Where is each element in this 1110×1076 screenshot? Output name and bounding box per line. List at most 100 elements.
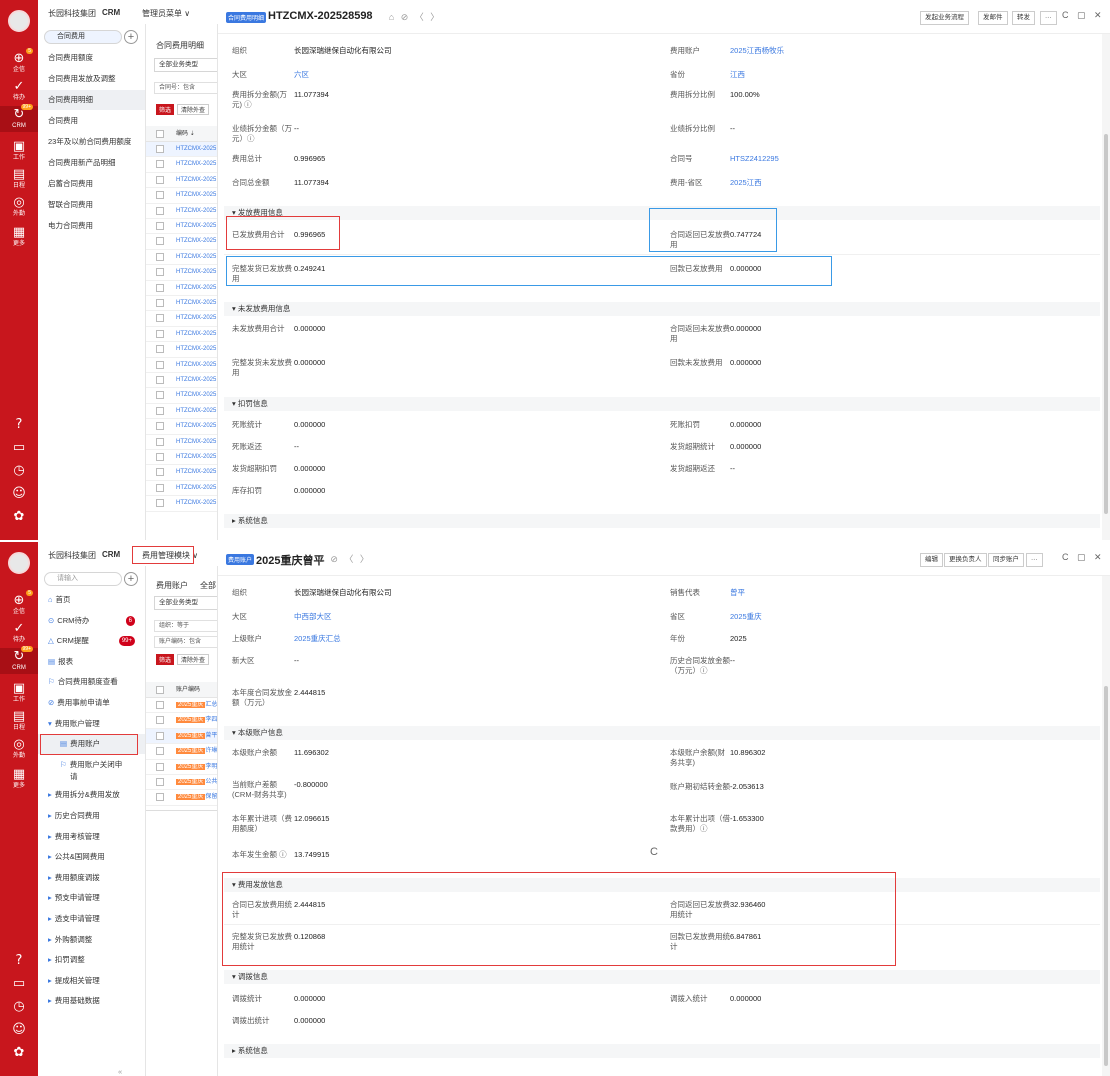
- table-row[interactable]: HTZCMX-2025: [146, 496, 217, 512]
- table-row[interactable]: 2025重庆 曾平: [146, 728, 217, 745]
- clear-filter-button[interactable]: 清除外查: [177, 104, 210, 115]
- record-tools[interactable]: ⌂ ⊘ 〈 〉: [389, 10, 441, 23]
- menu-item-11[interactable]: ▸ 费用考核管理: [38, 827, 145, 847]
- table-row[interactable]: HTZCMX-2025: [146, 188, 217, 204]
- vertical-scrollbar[interactable]: [1102, 34, 1110, 540]
- section-system-info[interactable]: ▸ 系统信息: [224, 1044, 1100, 1058]
- row-checkbox[interactable]: [156, 453, 164, 461]
- row-checkbox[interactable]: [156, 716, 164, 725]
- rail-bottom-4[interactable]: ✿: [0, 510, 38, 524]
- menu-item-16[interactable]: ▸ 外购额调整: [38, 930, 145, 950]
- filter-chip-org[interactable]: 组织：等于: [154, 620, 217, 632]
- row-checkbox[interactable]: [156, 483, 164, 492]
- row-checkbox[interactable]: [156, 299, 164, 307]
- rail-item-2[interactable]: ↻ CRM 99+: [0, 646, 38, 674]
- rail-item-4[interactable]: ▤ 日程: [0, 166, 38, 192]
- row-checkbox[interactable]: [156, 283, 164, 292]
- table-row[interactable]: HTZCMX-2025: [146, 450, 217, 466]
- rail-bottom-2[interactable]: ◷: [0, 1000, 38, 1014]
- menu-item-3[interactable]: 合同费用: [38, 111, 145, 131]
- row-checkbox[interactable]: [156, 268, 164, 277]
- row-checkbox[interactable]: [156, 191, 164, 200]
- top-field-1-value[interactable]: 曾平: [730, 588, 745, 598]
- row-checkbox[interactable]: [156, 314, 164, 323]
- top-field-3-value[interactable]: 江西: [730, 70, 745, 80]
- menu-item-2[interactable]: △ CRM提醒 99+: [38, 631, 145, 651]
- header-button-0[interactable]: 编辑: [920, 553, 943, 567]
- row-checkbox[interactable]: [156, 778, 164, 786]
- table-row[interactable]: 2025重庆 许琳: [146, 744, 217, 760]
- top-field-3-value[interactable]: 2025重庆: [730, 612, 762, 622]
- row-checkbox[interactable]: [156, 376, 164, 384]
- menu-item-6[interactable]: 启蓄合同费用: [38, 174, 145, 194]
- menu-item-4[interactable]: 23年及以前合同费用额度: [38, 132, 145, 152]
- table-row[interactable]: 2025重庆 李四: [146, 713, 217, 729]
- vertical-scrollbar[interactable]: [1102, 576, 1110, 1076]
- filter-button[interactable]: 筛选: [156, 654, 175, 665]
- header-button-3[interactable]: ···: [1040, 11, 1057, 25]
- refresh-icon[interactable]: C: [650, 846, 658, 858]
- rail-item-1[interactable]: ✓ 待办: [0, 620, 38, 646]
- row-checkbox[interactable]: [156, 701, 164, 709]
- row-checkbox[interactable]: [156, 468, 164, 477]
- rail-item-3[interactable]: ▣ 工作: [0, 138, 38, 164]
- table-row[interactable]: 2025重庆 保留: [146, 790, 217, 806]
- add-menu-button[interactable]: +: [124, 30, 138, 44]
- breadcrumb-app[interactable]: CRM: [102, 8, 120, 17]
- top-field-2-value[interactable]: 中西部大区: [294, 612, 332, 622]
- section-account-info[interactable]: ▾ 本级账户信息: [224, 726, 1100, 740]
- row-checkbox[interactable]: [156, 793, 164, 802]
- header-button-0[interactable]: 发起业务流程: [920, 11, 969, 25]
- rail-bottom-1[interactable]: ▭: [0, 977, 38, 991]
- rail-bottom-0[interactable]: ?: [0, 418, 38, 432]
- rail-bottom-1[interactable]: ▭: [0, 441, 38, 455]
- row-checkbox[interactable]: [156, 747, 164, 756]
- row-checkbox[interactable]: [156, 345, 164, 354]
- table-row[interactable]: HTZCMX-2025: [146, 327, 217, 343]
- header-button-1[interactable]: 更换负责人: [944, 553, 987, 567]
- top-field-9-value[interactable]: HTSZ2412295: [730, 154, 779, 164]
- menu-item-9[interactable]: ▸ 费用拆分&费用发放: [38, 785, 145, 805]
- row-checkbox[interactable]: [156, 422, 164, 431]
- top-field-4-value[interactable]: 2025重庆汇总: [294, 634, 341, 644]
- table-row[interactable]: HTZCMX-2025: [146, 342, 217, 358]
- table-row[interactable]: HTZCMX-2025: [146, 281, 217, 296]
- select-all-checkbox[interactable]: [156, 686, 164, 694]
- rail-bottom-3[interactable]: ☺: [0, 487, 38, 501]
- table-row[interactable]: HTZCMX-2025: [146, 296, 217, 312]
- row-checkbox[interactable]: [156, 252, 164, 261]
- breadcrumb-menu[interactable]: 管理员菜单 ∨: [142, 8, 190, 19]
- rail-item-4[interactable]: ▤ 日程: [0, 708, 38, 734]
- rail-item-1[interactable]: ✓ 待办: [0, 78, 38, 104]
- header-button-2[interactable]: 转发: [1012, 11, 1035, 25]
- menu-item-17[interactable]: ▸ 扣罚调整: [38, 950, 145, 970]
- table-row[interactable]: HTZCMX-2025: [146, 265, 217, 281]
- table-row[interactable]: 2025重庆 李明: [146, 760, 217, 775]
- menu-item-5[interactable]: ⊘ 费用事前申请单: [38, 693, 145, 713]
- rail-item-5[interactable]: ◎ 外勤: [0, 194, 38, 220]
- header-button-1[interactable]: 发邮件: [978, 11, 1008, 25]
- row-checkbox[interactable]: [156, 237, 164, 246]
- scrollbar-thumb[interactable]: [1104, 686, 1108, 1066]
- menu-item-0[interactable]: ⌂ 首页: [38, 590, 145, 610]
- menu-item-2[interactable]: 合同费用明细: [38, 90, 145, 110]
- table-row[interactable]: HTZCMX-2025: [146, 419, 217, 435]
- row-checkbox[interactable]: [156, 360, 164, 369]
- row-checkbox[interactable]: [156, 206, 164, 215]
- rail-bottom-2[interactable]: ◷: [0, 464, 38, 478]
- row-checkbox[interactable]: [156, 406, 164, 415]
- menu-item-0[interactable]: 合同费用额度: [38, 48, 145, 68]
- business-type-select[interactable]: 全部业务类型: [154, 596, 217, 610]
- section-transfer[interactable]: ▾ 调拨信息: [224, 970, 1100, 984]
- table-row[interactable]: HTZCMX-2025: [146, 219, 217, 235]
- row-checkbox[interactable]: [156, 175, 164, 184]
- rail-item-6[interactable]: ▦ 更多: [0, 766, 38, 792]
- rail-bottom-0[interactable]: ?: [0, 954, 38, 968]
- collapse-menu-button[interactable]: «: [118, 1062, 138, 1076]
- section-system-info[interactable]: ▸ 系统信息: [224, 514, 1100, 528]
- table-row[interactable]: HTZCMX-2025: [146, 373, 217, 389]
- table-row[interactable]: HTZCMX-2025: [146, 388, 217, 404]
- menu-item-13[interactable]: ▸ 费用额度调拨: [38, 868, 145, 888]
- table-row[interactable]: HTZCMX-2025: [146, 250, 217, 266]
- menu-item-18[interactable]: ▸ 提成相关管理: [38, 971, 145, 991]
